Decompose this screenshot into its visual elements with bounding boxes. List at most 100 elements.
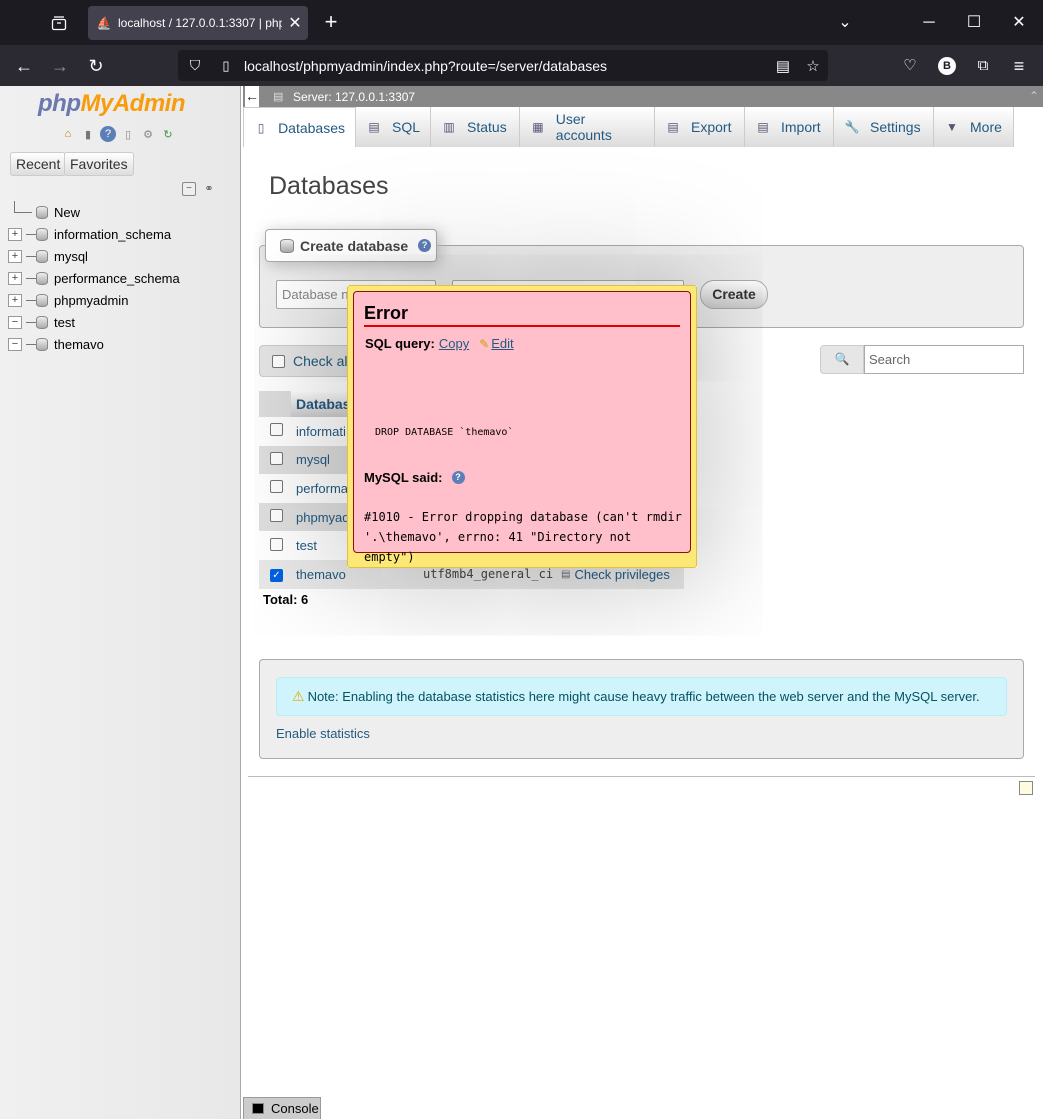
tree-item-label[interactable]: themavo — [54, 337, 104, 352]
collapse-sidebar-icon[interactable]: ← — [245, 86, 259, 107]
expand-node-icon[interactable]: + — [8, 227, 22, 241]
tab-label[interactable]: More — [970, 119, 1002, 135]
enable-statistics-link[interactable]: Enable statistics — [276, 726, 370, 741]
tab-overview-icon[interactable] — [44, 8, 74, 38]
console-tab[interactable]: Console — [243, 1097, 321, 1119]
url-text[interactable]: localhost/phpmyadmin/index.php?route=/se… — [240, 58, 768, 74]
tree-item[interactable]: + performance_schema — [8, 267, 180, 289]
tab-label[interactable]: Import — [781, 119, 821, 135]
extensions-icon[interactable]: ⧉ — [968, 51, 998, 81]
error-message: #1010 - Error dropping database (can't r… — [364, 510, 682, 564]
close-window-icon[interactable]: ✕ — [1004, 8, 1034, 38]
search-input[interactable]: Search — [864, 345, 1024, 374]
settings-gear-icon[interactable]: ⚙ — [140, 126, 156, 142]
tab-label[interactable]: Settings — [870, 119, 921, 135]
tab-label[interactable]: Databases — [278, 120, 345, 136]
tree-item-label[interactable]: mysql — [54, 249, 88, 264]
server-label[interactable]: Server: 127.0.0.1:3307 — [293, 90, 415, 104]
back-icon[interactable]: ← — [9, 51, 39, 81]
server-breadcrumb-bar: ← ▤ Server: 127.0.0.1:3307 ⌃ — [243, 86, 1043, 107]
tab-label[interactable]: Export — [691, 119, 731, 135]
error-title: Error — [364, 303, 680, 327]
tree-item-label[interactable]: test — [54, 315, 75, 330]
check-all-label[interactable]: Check all — [293, 353, 351, 369]
tab-databases[interactable]: ▯ Databases — [243, 107, 356, 147]
tree-item[interactable]: − themavo — [8, 333, 180, 355]
tree-item[interactable]: + phpmyadmin — [8, 289, 180, 311]
help-icon[interactable]: ? — [100, 126, 116, 142]
forward-icon[interactable]: → — [45, 51, 75, 81]
favorites-button[interactable]: Favorites — [64, 152, 134, 176]
close-tab-icon[interactable]: ✕ — [282, 13, 308, 33]
recent-button[interactable]: Recent — [10, 152, 67, 176]
tracking-shield-icon[interactable]: ⛉ — [178, 57, 212, 74]
profile-avatar[interactable]: B — [938, 57, 956, 75]
tab-export[interactable]: ▤ Export — [655, 107, 745, 147]
edit-link[interactable]: Edit — [491, 336, 513, 351]
maximize-icon[interactable]: ☐ — [959, 8, 989, 38]
expand-node-icon[interactable]: + — [8, 271, 22, 285]
quick-icons: ⌂ ▮ ? ▯ ⚙ ↻ — [60, 126, 176, 142]
link-with-main-icon[interactable]: ⚭ — [202, 182, 216, 196]
home-icon[interactable]: ⌂ — [60, 126, 76, 142]
help-icon[interactable]: ? — [418, 239, 432, 252]
row-checkbox[interactable] — [270, 480, 283, 494]
tree-item-label[interactable]: information_schema — [54, 227, 171, 242]
tree-item[interactable]: − test — [8, 311, 180, 333]
console-label[interactable]: Console — [271, 1101, 319, 1116]
hide-menu-icon[interactable]: ⌃ — [1029, 89, 1039, 103]
tab-label[interactable]: Status — [467, 119, 507, 135]
tree-item-label[interactable]: New — [54, 205, 80, 220]
row-checkbox[interactable] — [270, 423, 283, 437]
tree-item-label[interactable]: phpmyadmin — [54, 293, 128, 308]
privileges-label[interactable]: Check privileges — [574, 567, 669, 582]
tab-settings[interactable]: 🔧 Settings — [834, 107, 934, 147]
tree-item[interactable]: + mysql — [8, 245, 180, 267]
tree-item-label[interactable]: performance_schema — [54, 271, 180, 286]
row-checkbox[interactable] — [270, 537, 283, 551]
bookmark-star-icon[interactable]: ☆ — [798, 57, 828, 75]
pocket-icon[interactable]: ♡ — [895, 51, 925, 81]
sql-query-label: SQL query: — [365, 336, 435, 351]
row-checkbox[interactable] — [270, 509, 283, 523]
row-checkbox-cell — [259, 480, 291, 496]
tab-more[interactable]: ▼ More — [934, 107, 1014, 147]
database-name-link[interactable]: themavo — [291, 567, 421, 582]
tab-import[interactable]: ▤ Import — [745, 107, 834, 147]
reload-nav-icon[interactable]: ↻ — [160, 126, 176, 142]
new-tab-icon[interactable]: + — [318, 10, 344, 36]
minimize-icon[interactable]: ─ — [914, 8, 944, 38]
tab-label[interactable]: User accounts — [556, 111, 644, 143]
app-menu-icon[interactable]: ≡ — [1004, 51, 1034, 81]
tab-status[interactable]: ▥ Status — [431, 107, 520, 147]
check-privileges-link[interactable]: ▤ Check privileges — [561, 567, 670, 582]
collapse-node-icon[interactable]: − — [8, 337, 22, 351]
collapse-node-icon[interactable]: − — [8, 315, 22, 329]
check-all-checkbox[interactable] — [272, 354, 285, 368]
page-settings-icon[interactable] — [1019, 781, 1033, 795]
tab-label[interactable]: SQL — [392, 119, 420, 135]
copy-link[interactable]: Copy — [439, 336, 469, 351]
expand-node-icon[interactable]: + — [8, 293, 22, 307]
tree-item[interactable]: + information_schema — [8, 223, 180, 245]
reader-view-icon[interactable]: ▤ — [768, 57, 798, 75]
tree-connector — [26, 255, 36, 257]
tab-list-chevron-icon[interactable]: ⌄ — [830, 8, 860, 38]
phpmyadmin-logo[interactable]: phpMyAdmin — [38, 90, 185, 118]
address-bar[interactable]: ⛉ ▯ localhost/phpmyadmin/index.php?route… — [178, 50, 828, 81]
page-info-icon[interactable]: ▯ — [212, 58, 240, 74]
row-checkbox[interactable]: ✓ — [270, 569, 283, 583]
database-column-header[interactable]: Databas — [291, 396, 350, 412]
reload-icon[interactable]: ↻ — [81, 51, 111, 81]
tab-user-accounts[interactable]: ▦ User accounts — [520, 107, 655, 147]
expand-node-icon[interactable]: + — [8, 249, 22, 263]
tree-item[interactable]: New — [8, 201, 180, 223]
browser-tab-active[interactable]: ⛵ localhost / 127.0.0.1:3307 | phpM ✕ — [88, 6, 308, 40]
logout-icon[interactable]: ▮ — [80, 126, 96, 142]
create-button[interactable]: Create — [700, 280, 768, 309]
docs-icon[interactable]: ▯ — [120, 126, 136, 142]
tab-sql[interactable]: ▤ SQL — [356, 107, 431, 147]
collapse-all-icon[interactable]: − — [182, 182, 196, 196]
help-icon[interactable]: ? — [451, 471, 465, 484]
row-checkbox[interactable] — [270, 451, 283, 465]
